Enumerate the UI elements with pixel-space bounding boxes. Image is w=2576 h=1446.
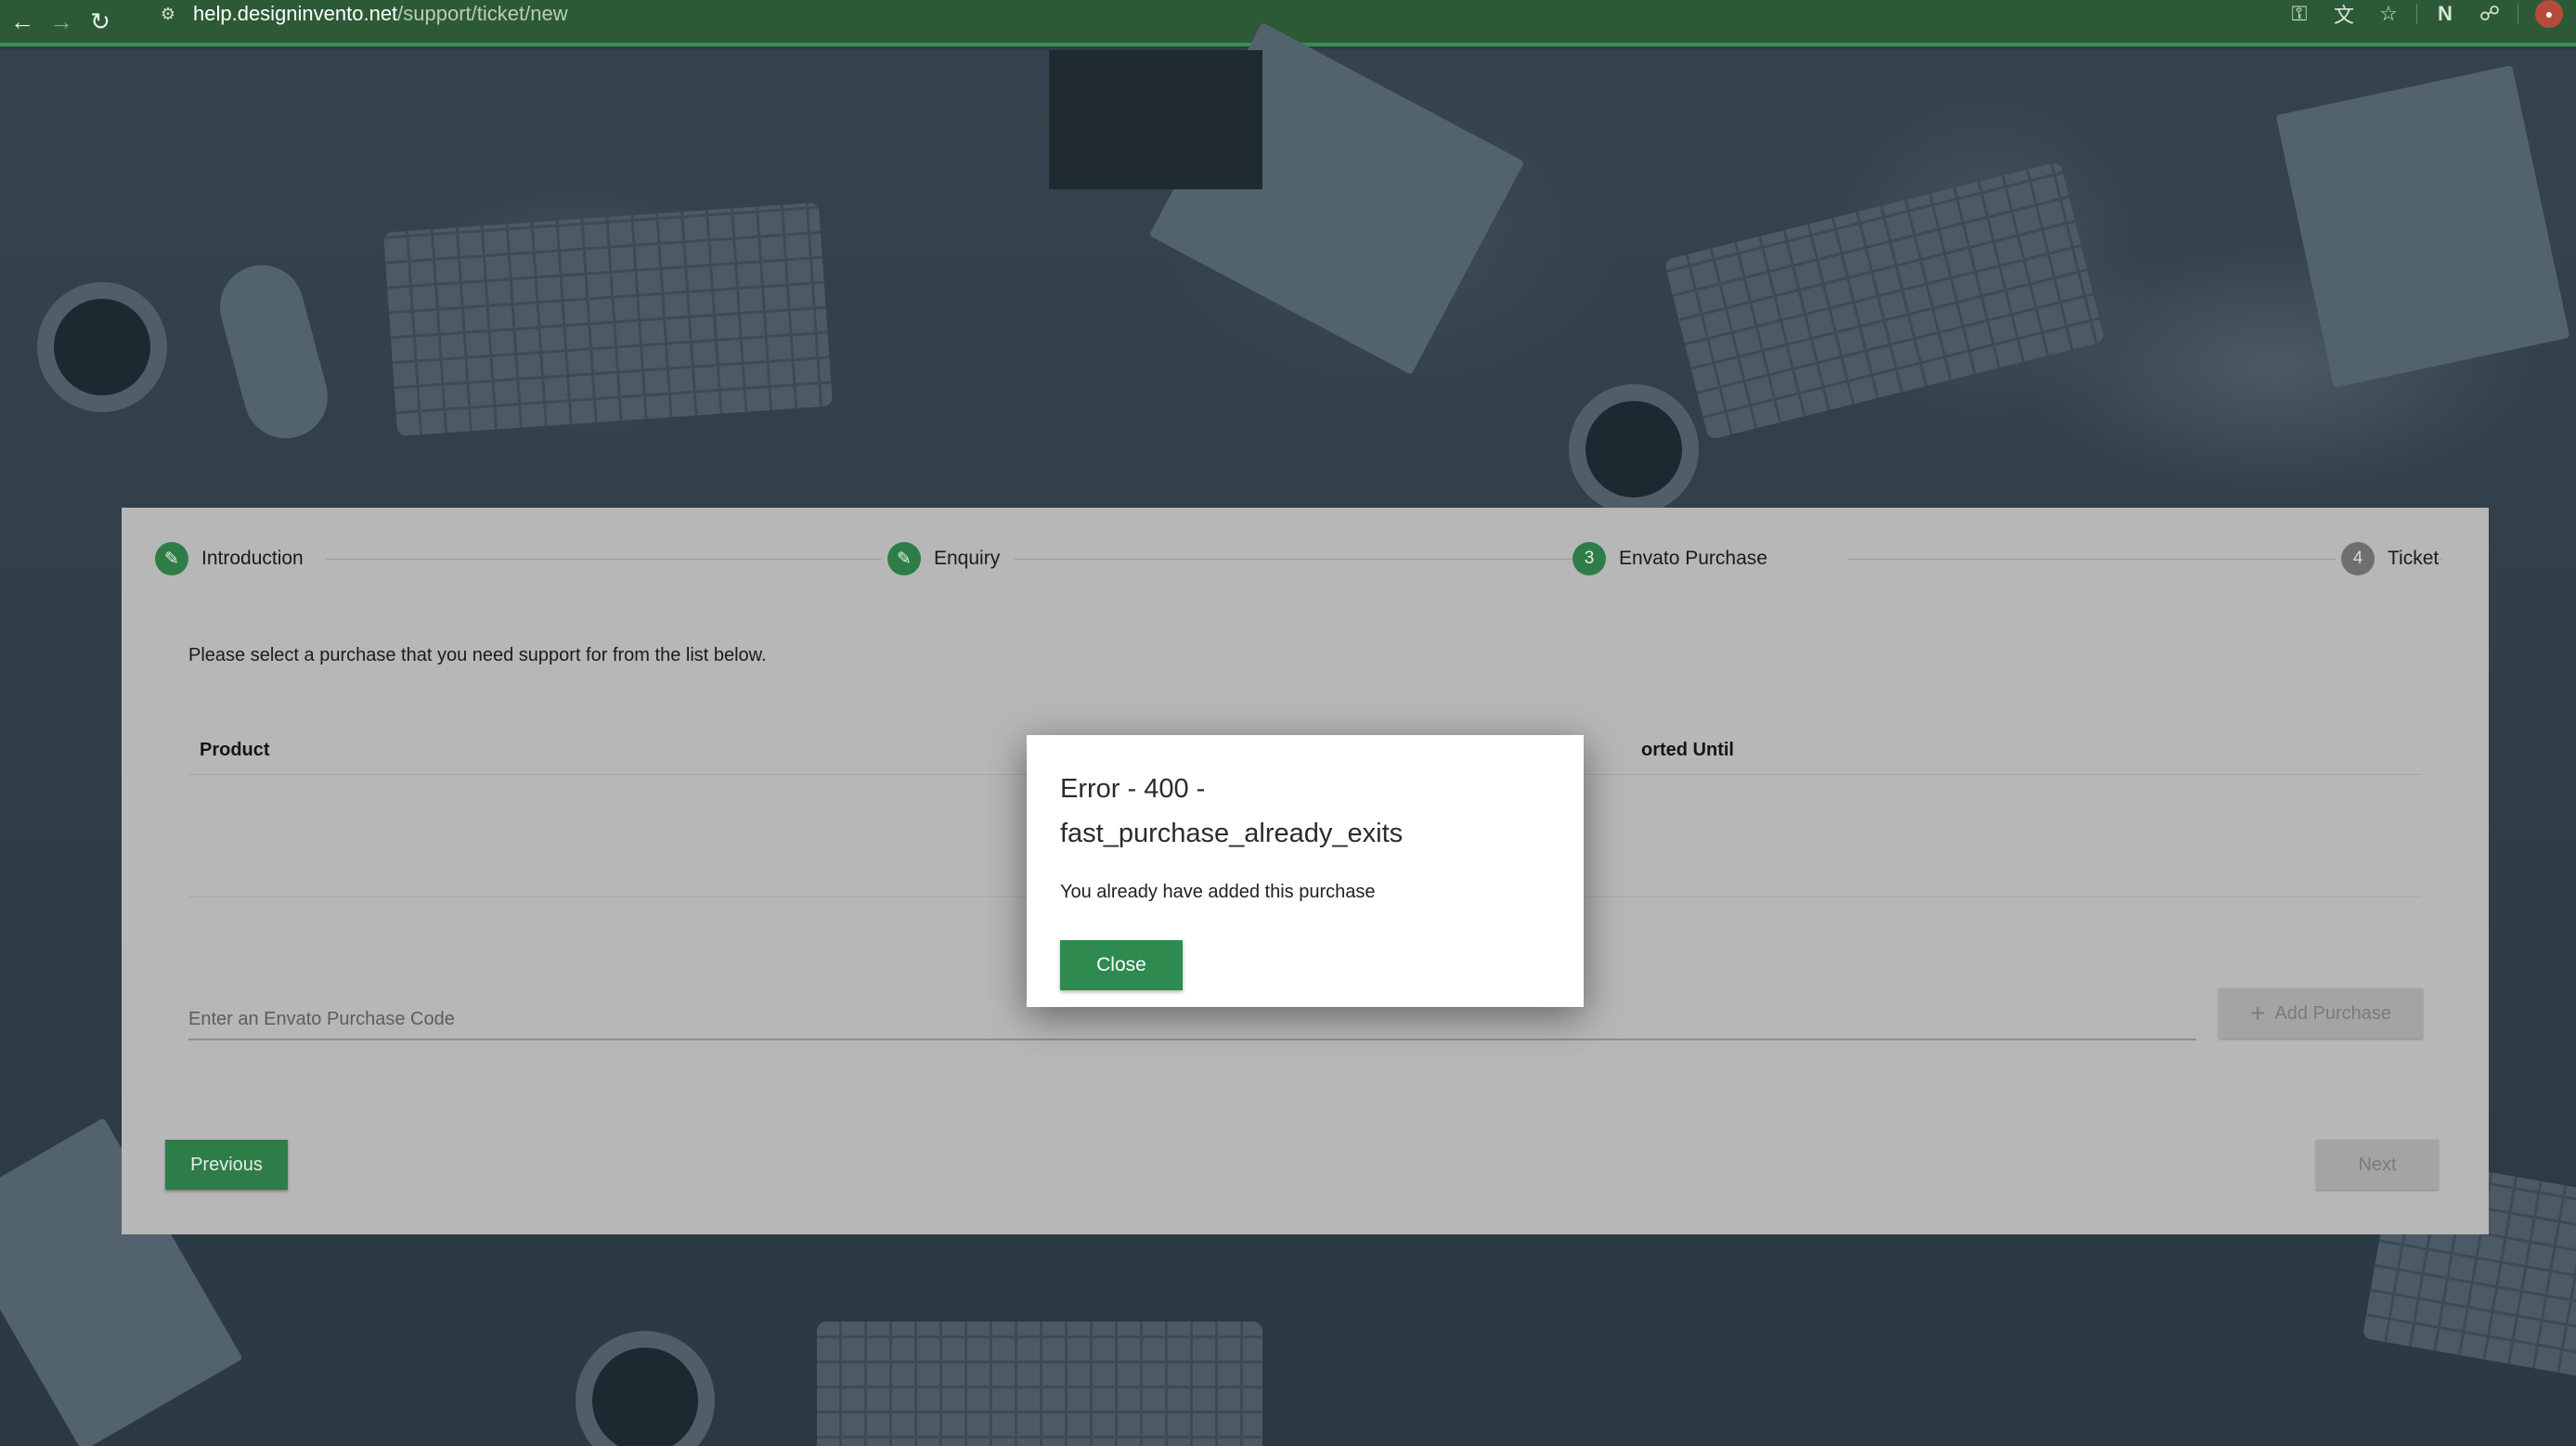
star-icon[interactable]: ☆	[2366, 0, 2411, 28]
key-icon[interactable]: ⚿	[2277, 0, 2322, 28]
cup-shape	[37, 282, 167, 412]
step-label: Ticket	[2388, 548, 2440, 569]
next-button[interactable]: Next	[2316, 1140, 2439, 1190]
step-introduction[interactable]: ✎ Introduction	[155, 541, 318, 576]
keyboard-shape	[382, 201, 834, 437]
dialog-title: Error - 400 - fast_purchase_already_exit…	[1060, 774, 1404, 848]
close-button[interactable]: Close	[1060, 940, 1183, 990]
url-host: help.designinvento.net	[193, 2, 398, 25]
notion-icon[interactable]: N	[2423, 0, 2467, 28]
cup-shape	[1569, 384, 1699, 514]
translate-icon[interactable]: 文	[2322, 0, 2366, 28]
url-path: /support/ticket/new	[397, 2, 568, 25]
avatar[interactable]: ●	[2535, 0, 2563, 28]
instruction-text: Please select a purchase that you need s…	[188, 645, 767, 665]
keyboard-shape	[1663, 161, 2105, 441]
step-ticket[interactable]: 4 Ticket	[2336, 541, 2440, 576]
address-bar[interactable]: ⚙ help.designinvento.net/support/ticket/…	[158, 0, 568, 28]
pencil-icon: ✎	[155, 542, 188, 575]
stepper: ✎ Introduction ✎ Enquiry 3 Envato Purcha…	[122, 508, 2489, 610]
back-arrow-icon[interactable]: ←	[6, 5, 39, 38]
keyboard-shape	[817, 1322, 1262, 1446]
mouse-shape	[210, 255, 338, 448]
reload-icon[interactable]: ↻	[84, 5, 117, 38]
dialog-message: You already have added this purchase	[1060, 882, 1376, 902]
step-label: Enquiry	[934, 548, 1001, 569]
plus-icon: +	[2250, 999, 2266, 1027]
notebook-shape	[2275, 65, 2570, 388]
step-number: 4	[2341, 542, 2375, 575]
step-envato-purchase[interactable]: 3 Envato Purchase	[1573, 541, 1782, 576]
step-label: Introduction	[201, 548, 304, 569]
step-label: Envato Purchase	[1619, 548, 1767, 569]
previous-button[interactable]: Previous	[165, 1140, 288, 1190]
step-enquiry[interactable]: ✎ Enquiry	[882, 541, 1016, 576]
cup-shape	[576, 1331, 715, 1446]
shadow-shape	[1049, 50, 1262, 189]
error-dialog: Error - 400 - fast_purchase_already_exit…	[1027, 735, 1584, 1007]
puzzle-icon[interactable]: ☍	[2467, 0, 2512, 28]
pencil-icon: ✎	[887, 542, 921, 575]
add-purchase-label: Add Purchase	[2274, 1002, 2391, 1024]
column-product: Product	[200, 740, 270, 760]
step-number: 3	[1573, 542, 1606, 575]
toolbar-divider	[2416, 4, 2417, 24]
site-info-icon[interactable]: ⚙	[158, 4, 178, 24]
forward-arrow-icon[interactable]: →	[45, 5, 78, 38]
add-purchase-button[interactable]: + Add Purchase	[2219, 988, 2423, 1039]
column-supported-until: orted Until	[1641, 740, 1734, 760]
